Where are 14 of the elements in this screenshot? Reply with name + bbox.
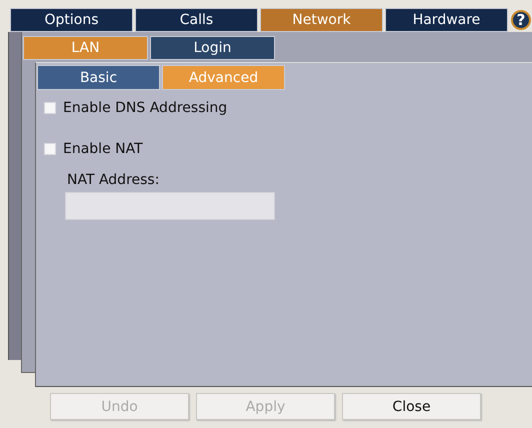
tab[interactable]: Calls — [135, 8, 258, 32]
tab[interactable]: Login — [150, 36, 275, 60]
checkbox-label: Enable NAT — [63, 141, 143, 157]
tab[interactable]: Basic — [37, 65, 160, 90]
tab[interactable]: Network — [260, 8, 383, 32]
dialog-button[interactable]: Close — [342, 393, 481, 420]
checkbox[interactable] — [44, 102, 56, 114]
help-button[interactable]: ? — [511, 10, 531, 30]
input-field[interactable] — [65, 192, 275, 220]
field-label: NAT Address: — [67, 172, 160, 188]
tab[interactable]: Options — [10, 8, 133, 32]
checkbox[interactable] — [44, 143, 56, 155]
tab[interactable]: Hardware — [385, 8, 508, 32]
checkbox-label: Enable DNS Addressing — [63, 100, 228, 116]
